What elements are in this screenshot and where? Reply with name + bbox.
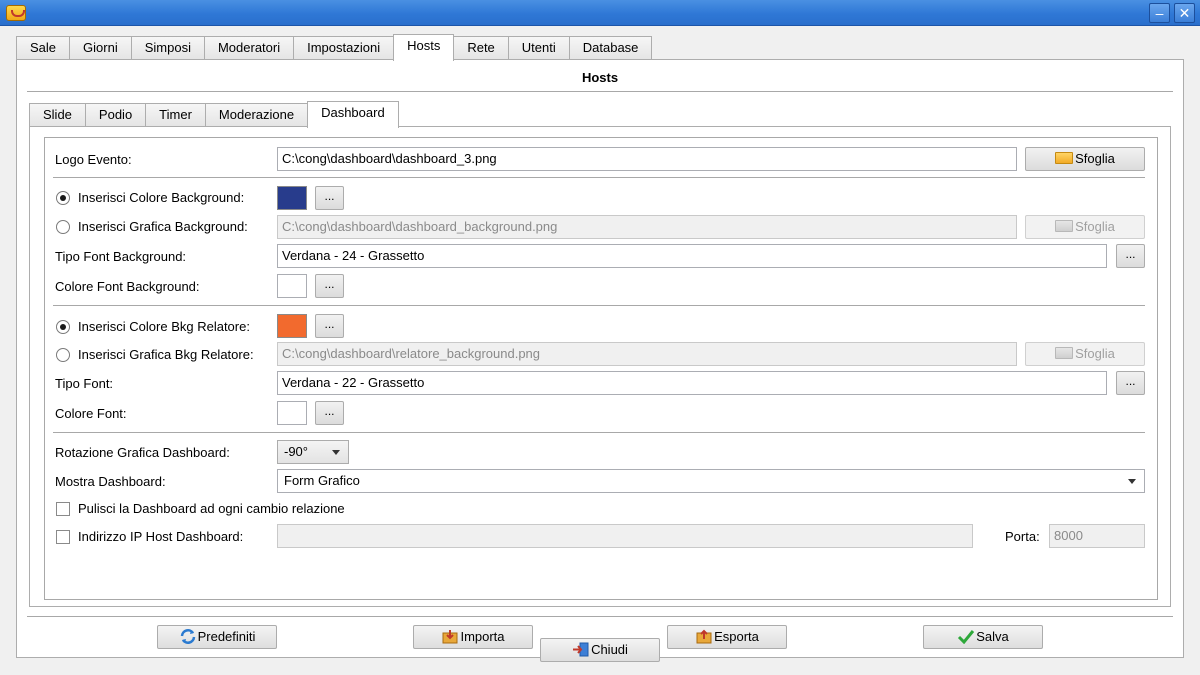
import-button[interactable]: Importa bbox=[413, 625, 533, 649]
bg-graphic-label: Inserisci Grafica Background: bbox=[78, 219, 248, 234]
minimize-button[interactable]: – bbox=[1149, 3, 1170, 23]
tab-dashboard[interactable]: Dashboard bbox=[307, 101, 399, 128]
bg-font-picker-button[interactable]: ... bbox=[1116, 244, 1145, 268]
chevron-down-icon bbox=[332, 450, 340, 455]
checkmark-icon bbox=[958, 630, 975, 644]
folder-icon bbox=[1055, 152, 1074, 164]
refresh-icon bbox=[180, 629, 195, 644]
show-dashboard-value: Form Grafico bbox=[284, 473, 360, 488]
close-window-button[interactable]: ✕ bbox=[1174, 3, 1195, 23]
bg-font-field[interactable]: Verdana - 24 - Grassetto bbox=[277, 244, 1107, 268]
rel-color-radio[interactable] bbox=[56, 320, 70, 334]
save-button[interactable]: Salva bbox=[923, 625, 1043, 649]
tab-slide[interactable]: Slide bbox=[29, 103, 86, 127]
save-label: Salva bbox=[976, 629, 1009, 644]
rel-color-picker-button[interactable]: ... bbox=[315, 314, 344, 338]
port-label: Porta: bbox=[1005, 529, 1040, 544]
tab-hosts[interactable]: Hosts bbox=[393, 34, 455, 61]
bg-color-radio[interactable] bbox=[56, 191, 70, 205]
import-icon bbox=[442, 630, 458, 644]
dashboard-panel: Logo Evento: C:\cong\dashboard\dashboard… bbox=[29, 126, 1171, 607]
rotation-value: -90° bbox=[284, 444, 308, 459]
font-color-swatch bbox=[277, 401, 307, 425]
import-label: Importa bbox=[460, 629, 505, 644]
tab-simposi[interactable]: Simposi bbox=[130, 36, 205, 60]
bg-font-color-swatch bbox=[277, 274, 307, 298]
ip-host-label: Indirizzo IP Host Dashboard: bbox=[78, 529, 244, 544]
tab-database[interactable]: Database bbox=[568, 36, 653, 60]
bg-font-label: Tipo Font Background: bbox=[55, 249, 187, 264]
tab-impostazioni[interactable]: Impostazioni bbox=[293, 36, 395, 60]
logo-path-field[interactable]: C:\cong\dashboard\dashboard_3.png bbox=[277, 147, 1017, 171]
close-button[interactable]: Chiudi bbox=[540, 638, 660, 662]
ip-host-field[interactable] bbox=[277, 524, 973, 548]
rel-graphic-browse-button[interactable]: Sfoglia bbox=[1025, 342, 1145, 366]
bg-color-label: Inserisci Colore Background: bbox=[78, 190, 245, 205]
bg-font-color-picker-button[interactable]: ... bbox=[315, 274, 344, 298]
bg-color-swatch bbox=[277, 186, 307, 210]
export-label: Esporta bbox=[714, 629, 759, 644]
tab-moderatori[interactable]: Moderatori bbox=[203, 36, 295, 60]
logo-browse-button[interactable]: Sfoglia bbox=[1025, 147, 1145, 171]
font-color-picker-button[interactable]: ... bbox=[315, 401, 344, 425]
dashboard-settings-group: Logo Evento: C:\cong\dashboard\dashboard… bbox=[44, 137, 1158, 600]
show-dashboard-select[interactable]: Form Grafico bbox=[277, 469, 1145, 493]
inner-tab-strip: Slide Podio Timer Moderazione Dashboard bbox=[29, 101, 399, 128]
tab-timer[interactable]: Timer bbox=[145, 103, 206, 127]
window-titlebar: – ✕ bbox=[0, 0, 1200, 26]
bg-color-picker-button[interactable]: ... bbox=[315, 186, 344, 210]
tab-giorni[interactable]: Giorni bbox=[69, 36, 132, 60]
rotation-select[interactable]: -90° bbox=[277, 440, 349, 464]
rel-color-label: Inserisci Colore Bkg Relatore: bbox=[78, 319, 250, 334]
font-color-label: Colore Font: bbox=[55, 406, 127, 421]
bg-font-color-label: Colore Font Background: bbox=[55, 279, 200, 294]
logo-label: Logo Evento: bbox=[55, 152, 132, 167]
tab-utenti[interactable]: Utenti bbox=[507, 36, 570, 60]
port-field[interactable]: 8000 bbox=[1049, 524, 1145, 548]
font-label: Tipo Font: bbox=[55, 376, 114, 391]
rel-graphic-path-field[interactable]: C:\cong\dashboard\relatore_background.pn… bbox=[277, 342, 1017, 366]
browse-label: Sfoglia bbox=[1075, 346, 1115, 361]
clear-dashboard-checkbox[interactable] bbox=[56, 502, 70, 516]
divider bbox=[53, 177, 1145, 178]
bg-graphic-radio[interactable] bbox=[56, 220, 70, 234]
chevron-down-icon bbox=[1128, 479, 1136, 484]
bg-graphic-browse-button[interactable]: Sfoglia bbox=[1025, 215, 1145, 239]
export-icon bbox=[696, 629, 712, 644]
clear-dashboard-label: Pulisci la Dashboard ad ogni cambio rela… bbox=[78, 501, 345, 516]
defaults-button[interactable]: Predefiniti bbox=[157, 625, 277, 649]
main-window: Sale Giorni Simposi Moderatori Impostazi… bbox=[0, 26, 1200, 675]
defaults-label: Predefiniti bbox=[197, 629, 256, 644]
rel-graphic-label: Inserisci Grafica Bkg Relatore: bbox=[78, 347, 254, 362]
close-label: Chiudi bbox=[591, 642, 628, 657]
exit-icon bbox=[573, 642, 589, 657]
browse-label: Sfoglia bbox=[1075, 151, 1115, 166]
rotation-label: Rotazione Grafica Dashboard: bbox=[55, 445, 230, 460]
show-dashboard-label: Mostra Dashboard: bbox=[55, 474, 166, 489]
tab-podio[interactable]: Podio bbox=[84, 103, 147, 127]
ip-host-checkbox[interactable] bbox=[56, 530, 70, 544]
page-title: Hosts bbox=[581, 70, 619, 85]
hosts-panel: Hosts Slide Podio Timer Moderazione Dash… bbox=[16, 59, 1184, 658]
rel-color-swatch bbox=[277, 314, 307, 338]
bg-graphic-path-field[interactable]: C:\cong\dashboard\dashboard_background.p… bbox=[277, 215, 1017, 239]
browse-label: Sfoglia bbox=[1075, 219, 1115, 234]
export-button[interactable]: Esporta bbox=[667, 625, 787, 649]
folder-icon bbox=[1055, 220, 1074, 232]
tab-moderazione[interactable]: Moderazione bbox=[204, 103, 309, 127]
title-divider bbox=[27, 91, 1173, 92]
font-field[interactable]: Verdana - 22 - Grassetto bbox=[277, 371, 1107, 395]
divider bbox=[53, 305, 1145, 306]
folder-icon bbox=[1055, 347, 1074, 359]
app-icon bbox=[6, 5, 26, 21]
tab-sale[interactable]: Sale bbox=[16, 36, 71, 60]
footer-divider bbox=[27, 616, 1173, 617]
font-picker-button[interactable]: ... bbox=[1116, 371, 1145, 395]
divider bbox=[53, 432, 1145, 433]
rel-graphic-radio[interactable] bbox=[56, 348, 70, 362]
outer-tab-strip: Sale Giorni Simposi Moderatori Impostazi… bbox=[16, 34, 653, 61]
tab-rete[interactable]: Rete bbox=[453, 36, 509, 60]
